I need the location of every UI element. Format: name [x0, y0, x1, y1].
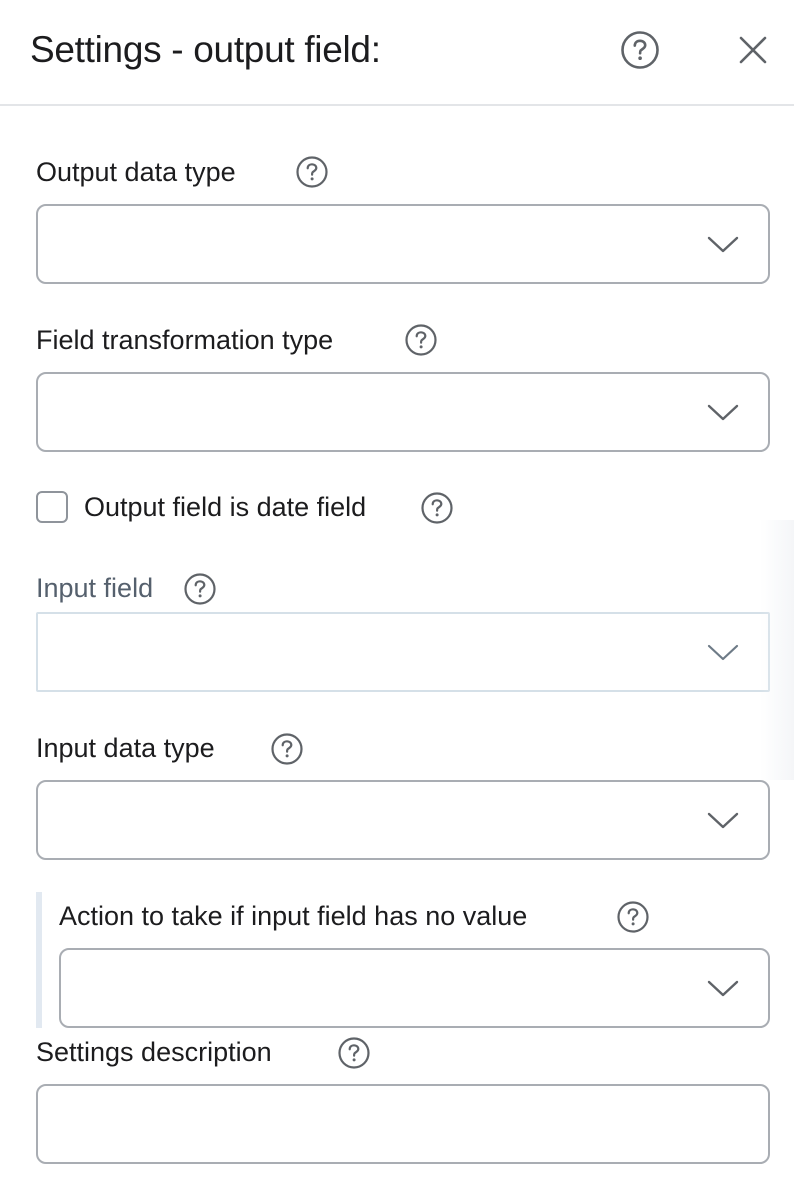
- input-field-label: Input field: [36, 573, 154, 603]
- settings-panel: Settings - output field: Output data typ…: [0, 0, 794, 1192]
- input-data-type-select[interactable]: [36, 780, 770, 860]
- close-icon[interactable]: [738, 35, 768, 65]
- field-transformation-type-select[interactable]: [36, 372, 770, 452]
- date-field-checkbox[interactable]: [36, 491, 68, 523]
- panel-title: Settings - output field:: [30, 29, 381, 70]
- date-field-checkbox-label[interactable]: Output field is date field: [84, 490, 366, 524]
- nested-section-indicator: [36, 892, 42, 1028]
- chevron-down-icon: [707, 236, 739, 253]
- no-value-action-select[interactable]: [59, 948, 770, 1028]
- chevron-down-icon: [707, 812, 739, 829]
- chevron-down-icon: [707, 404, 739, 421]
- help-icon[interactable]: [420, 491, 454, 525]
- input-field-select: [36, 612, 770, 692]
- chevron-down-icon: [707, 644, 739, 661]
- help-icon[interactable]: [295, 155, 329, 189]
- settings-description-label: Settings description: [36, 1037, 272, 1067]
- panel-header: Settings - output field:: [0, 0, 794, 106]
- help-icon[interactable]: [270, 732, 304, 766]
- field-transformation-type-label: Field transformation type: [36, 325, 334, 355]
- help-icon[interactable]: [183, 572, 217, 606]
- help-icon[interactable]: [616, 900, 650, 934]
- chevron-down-icon: [707, 980, 739, 997]
- input-data-type-label: Input data type: [36, 733, 215, 763]
- output-data-type-label: Output data type: [36, 157, 236, 187]
- settings-description-input[interactable]: [36, 1084, 770, 1164]
- no-value-action-label: Action to take if input field has no val…: [59, 901, 528, 931]
- help-icon[interactable]: [337, 1036, 371, 1070]
- help-icon[interactable]: [404, 323, 438, 357]
- output-data-type-select[interactable]: [36, 204, 770, 284]
- help-icon[interactable]: [620, 30, 660, 70]
